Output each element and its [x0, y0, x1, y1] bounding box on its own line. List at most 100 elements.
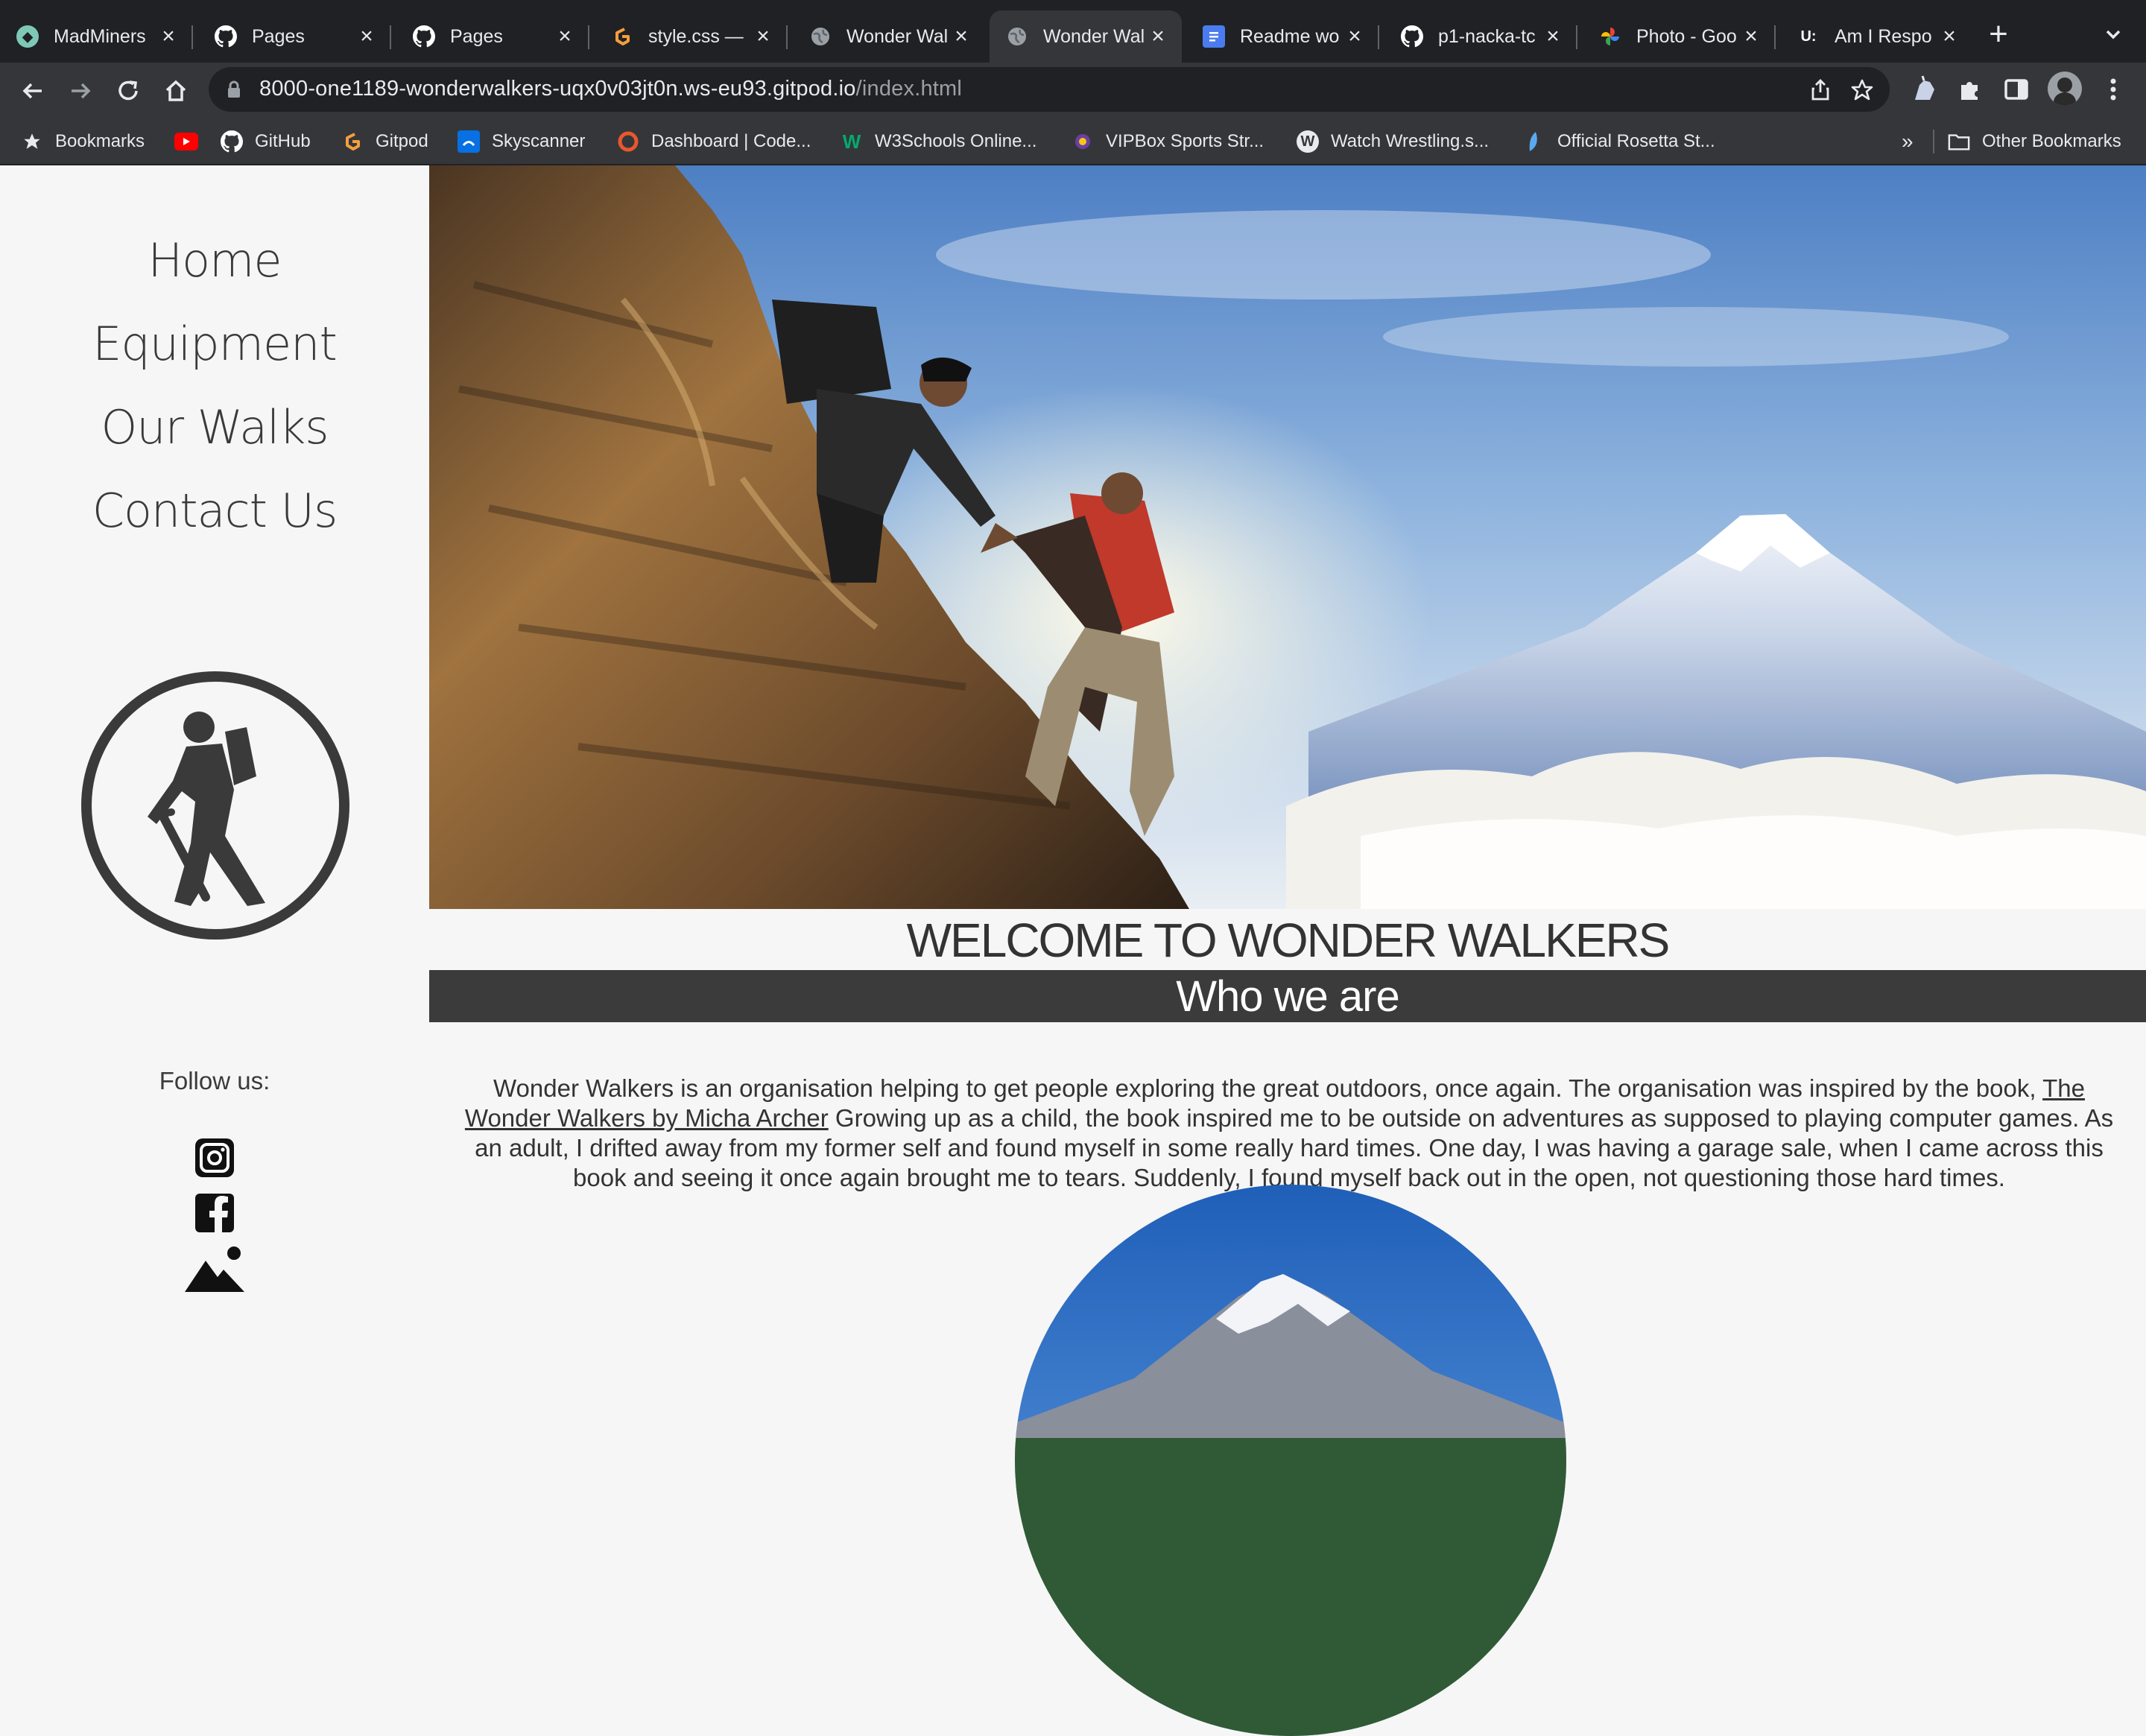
welcome-heading: WELCOME TO WONDER WALKERS	[906, 913, 1671, 967]
nav-link-contact-us[interactable]: Contact Us	[0, 469, 429, 553]
bookmark-item[interactable]: W W3Schools Online...	[841, 127, 1037, 156]
close-icon[interactable]: ×	[1344, 24, 1365, 49]
nav-link-equipment[interactable]: Equipment	[0, 302, 429, 386]
nav-link-our-walks[interactable]: Our Walks	[0, 386, 429, 469]
bookmark-label: Watch Wrestling.s...	[1331, 131, 1490, 151]
back-icon[interactable]	[18, 76, 48, 106]
tab-title: MadMiners	[54, 25, 146, 47]
bookmark-label: Gitpod	[376, 131, 428, 151]
tab[interactable]: style.css — ×	[595, 10, 788, 63]
tab-strip: ◆ MadMiners × Pages × Pages × style.css …	[0, 0, 2146, 63]
close-icon[interactable]: ×	[1939, 24, 1960, 49]
close-icon[interactable]: ×	[753, 24, 773, 49]
bookmark-item[interactable]: Dashboard | Code...	[617, 127, 811, 156]
github-icon	[1401, 25, 1423, 48]
hiker-logo-icon	[81, 671, 349, 940]
bookmark-item[interactable]: Official Rosetta St...	[1523, 127, 1715, 156]
tab[interactable]: ◆ MadMiners ×	[0, 10, 193, 63]
avatar-head	[2057, 77, 2072, 92]
sidebar: Home Equipment Our Walks Contact Us Foll…	[0, 165, 429, 1341]
other-bookmarks[interactable]: Other Bookmarks	[1948, 127, 2121, 156]
tab-active[interactable]: Wonder Wal ×	[990, 10, 1182, 63]
google-photos-icon	[1599, 25, 1621, 48]
tab-title: Readme wo	[1240, 25, 1340, 47]
reload-icon[interactable]	[113, 76, 143, 106]
w3schools-icon: W	[842, 130, 861, 153]
skyscanner-icon	[458, 130, 480, 153]
bookmark-item[interactable]: Gitpod	[341, 127, 428, 156]
hero-illustration	[429, 165, 2146, 909]
puzzle-icon[interactable]	[1955, 75, 1985, 104]
bookmark-item[interactable]: GitHub	[221, 127, 311, 156]
bookmark-label: Official Rosetta St...	[1557, 131, 1715, 151]
close-icon[interactable]: ×	[356, 24, 377, 49]
nav-link-home[interactable]: Home	[0, 219, 429, 302]
gitpod-icon	[611, 25, 633, 48]
youtube-icon	[174, 133, 198, 151]
about-paragraph: Wonder Walkers is an organisation helpin…	[455, 1074, 2124, 1193]
more-menu-icon[interactable]	[2098, 75, 2128, 104]
star-icon[interactable]	[1849, 77, 1875, 103]
close-icon[interactable]: ×	[1542, 24, 1563, 49]
close-icon[interactable]: ×	[158, 24, 179, 49]
bookmark-label: Skyscanner	[492, 131, 586, 151]
close-icon[interactable]: ×	[554, 24, 575, 49]
tab-separator	[588, 25, 589, 49]
tab-title: Wonder Wal	[1043, 25, 1145, 47]
codewars-icon	[617, 130, 639, 153]
tab-separator	[1774, 25, 1776, 49]
bookmark-item[interactable]	[174, 127, 210, 156]
vipbox-icon	[1072, 130, 1094, 153]
tab-search-icon[interactable]	[2100, 21, 2127, 48]
bookmarks-overflow-button[interactable]: »	[1902, 127, 1914, 156]
follow-us-label: Follow us:	[159, 1067, 270, 1094]
github-icon	[221, 130, 243, 153]
tab[interactable]: Photo - Goo ×	[1583, 10, 1776, 63]
share-icon[interactable]	[1808, 77, 1833, 103]
url-text[interactable]: 8000-one1189-wonderwalkers-uqx0v03jt0n.w…	[259, 77, 962, 101]
tab-title: Wonder Wal	[846, 25, 949, 47]
forward-icon[interactable]	[66, 76, 95, 106]
tab[interactable]: Readme wo ×	[1186, 10, 1379, 63]
mountain-photo-illustration	[1015, 1185, 1566, 1736]
tab-title: Am I Respo	[1835, 25, 1932, 47]
tab[interactable]: Pages ×	[198, 10, 391, 63]
home-icon[interactable]	[161, 76, 191, 106]
bookmark-label: GitHub	[255, 131, 311, 151]
lock-icon[interactable]	[227, 80, 241, 98]
tab-title: Pages	[252, 25, 305, 47]
mountain-icon[interactable]	[183, 1244, 246, 1293]
close-icon[interactable]: ×	[951, 24, 972, 49]
tab-title: Pages	[450, 25, 503, 47]
hero-image	[429, 165, 2146, 909]
extension-unicorn-icon[interactable]	[1909, 75, 1939, 104]
ami-responsive-icon: U:	[1800, 28, 1817, 45]
bookmarks-bar: Bookmarks GitHub Gitpod Skyscanner Dashb…	[0, 118, 2146, 165]
tab[interactable]: U: Am I Respo ×	[1781, 10, 1973, 63]
bookmark-label: W3Schools Online...	[875, 131, 1037, 151]
tab[interactable]: Wonder Wal ×	[793, 10, 985, 63]
profile-avatar[interactable]	[2048, 72, 2082, 106]
close-icon[interactable]: ×	[1148, 24, 1168, 49]
bookmark-divider	[1933, 130, 1934, 153]
bookmark-item[interactable]: Bookmarks	[21, 127, 145, 156]
globe-icon	[1006, 25, 1028, 48]
facebook-icon[interactable]	[192, 1191, 237, 1235]
webpage: Home Equipment Our Walks Contact Us Foll…	[0, 165, 2146, 1736]
bookmark-item[interactable]: W Watch Wrestling.s...	[1297, 127, 1489, 156]
github-icon	[413, 25, 435, 48]
tab[interactable]: Pages ×	[396, 10, 589, 63]
bookmark-label: Other Bookmarks	[1982, 131, 2121, 151]
url-path: /index.html	[855, 77, 963, 101]
instagram-icon[interactable]	[192, 1135, 237, 1180]
new-tab-button[interactable]: +	[1982, 18, 2015, 51]
side-panel-icon[interactable]	[2001, 75, 2031, 104]
bookmark-item[interactable]: VIPBox Sports Str...	[1072, 127, 1264, 156]
avatar-body	[2054, 92, 2076, 106]
close-icon[interactable]: ×	[1741, 24, 1762, 49]
url-host: 8000-one1189-wonderwalkers-uqx0v03jt0n.w…	[259, 77, 856, 101]
tab[interactable]: p1-nacka-tc ×	[1384, 10, 1577, 63]
address-bar[interactable]: 8000-one1189-wonderwalkers-uqx0v03jt0n.w…	[209, 67, 1890, 112]
who-we-are-heading: Who we are	[429, 970, 2146, 1022]
bookmark-item[interactable]: Skyscanner	[458, 127, 585, 156]
